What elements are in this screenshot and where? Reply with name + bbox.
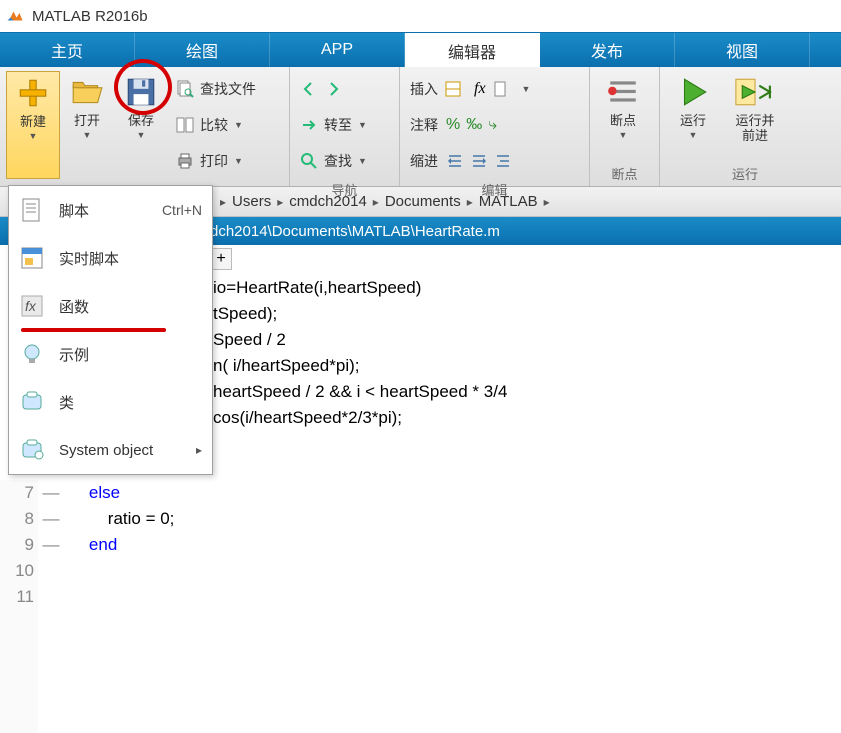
run-advance-button[interactable]: 运行并 前进: [720, 71, 790, 163]
floppy-save-icon: [124, 75, 158, 109]
script-icon: [19, 197, 45, 223]
folder-open-icon: [70, 75, 104, 109]
breakpoint-icon: [606, 75, 640, 109]
app-title: MATLAB R2016b: [32, 8, 148, 25]
new-dropdown-menu: 脚本 Ctrl+N 实时脚本 fx 函数 示例 类 System object: [8, 185, 213, 475]
tab-apps[interactable]: APP: [270, 33, 405, 67]
find-files-button[interactable]: 查找文件: [172, 71, 260, 107]
run-button[interactable]: 运行 ▼: [666, 71, 720, 163]
dropdown-arrow-icon: ▼: [234, 156, 243, 166]
run-group-label: 运行: [666, 163, 824, 184]
print-icon: [176, 152, 194, 170]
main-tabstrip: 主页 绘图 APP 编辑器 发布 视图: [0, 32, 841, 67]
save-button[interactable]: 保存 ▼: [114, 71, 168, 179]
dropdown-arrow-icon: ▼: [619, 130, 628, 140]
edit-group-label: 编辑: [406, 179, 583, 200]
tab-home[interactable]: 主页: [0, 33, 135, 67]
open-button[interactable]: 打开 ▼: [60, 71, 114, 179]
code-editor-lower[interactable]: 7891011 ——— else ratio = 0; end: [0, 480, 841, 733]
menu-item-systemobject[interactable]: System object: [9, 426, 212, 474]
chevron-right-icon: [196, 441, 202, 459]
livescript-icon: [19, 245, 45, 271]
file-path-text: dch2014\Documents\MATLAB\HeartRate.m: [210, 223, 500, 240]
compare-icon: [176, 116, 194, 134]
menu-item-script[interactable]: 脚本 Ctrl+N: [9, 186, 212, 234]
dropdown-arrow-icon: ▼: [358, 120, 367, 130]
title-bar: MATLAB R2016b: [0, 0, 841, 32]
dropdown-arrow-icon: ▼: [234, 120, 243, 130]
nav-back-fwd[interactable]: [296, 71, 393, 107]
function-fx-icon: fx: [19, 293, 45, 319]
goto-button[interactable]: 转至 ▼: [296, 107, 393, 143]
percent-wrap-icon: ⤷: [488, 116, 497, 134]
tab-view[interactable]: 视图: [675, 33, 810, 67]
indent-auto-icon: [494, 152, 512, 170]
compare-button[interactable]: 比较 ▼: [172, 107, 260, 143]
matlab-logo-icon: [6, 7, 24, 25]
dropdown-arrow-icon: ▼: [137, 130, 146, 140]
arrow-left-icon: [300, 80, 318, 98]
breakpoints-button[interactable]: 断点 ▼: [596, 71, 650, 163]
find-files-icon: [176, 80, 194, 98]
dropdown-arrow-icon: ▼: [83, 130, 92, 140]
new-plus-icon: [16, 76, 50, 110]
tab-editor[interactable]: 编辑器: [405, 33, 540, 67]
search-icon: [300, 152, 318, 170]
toolstrip: 新建 ▼ 打开 ▼ 保存 ▼: [0, 67, 841, 187]
tab-publish[interactable]: 发布: [540, 33, 675, 67]
goto-icon: [300, 116, 318, 134]
fold-gutter: ———: [38, 480, 64, 733]
class-icon: [19, 389, 45, 415]
play-advance-icon: [733, 75, 777, 109]
menu-item-example[interactable]: 示例: [9, 330, 212, 378]
menu-item-class[interactable]: 类: [9, 378, 212, 426]
new-tab-button[interactable]: +: [210, 248, 232, 270]
bp-group-label: 断点: [596, 163, 653, 184]
comment-button[interactable]: 注释 % ‰ ⤷: [406, 107, 583, 143]
indent-right-icon: [446, 152, 464, 170]
svg-text:fx: fx: [25, 298, 37, 314]
find-button[interactable]: 查找 ▼: [296, 143, 393, 179]
indent-left-icon: [470, 152, 488, 170]
arrow-right-icon: [324, 80, 342, 98]
insert-section-icon: [444, 80, 462, 98]
dropdown-arrow-icon: ▼: [689, 130, 698, 140]
nav-group-label: 导航: [296, 179, 393, 200]
print-button[interactable]: 打印 ▼: [172, 143, 260, 179]
new-button[interactable]: 新建 ▼: [6, 71, 60, 179]
play-icon: [676, 75, 710, 109]
dropdown-arrow-icon: ▼: [522, 84, 531, 94]
line-gutter: 7891011: [0, 480, 38, 733]
breadcrumb-seg[interactable]: Users: [226, 193, 277, 210]
dropdown-arrow-icon: ▼: [29, 131, 38, 141]
lightbulb-icon: [19, 341, 45, 367]
insert-button[interactable]: 插入 fx ▼: [406, 71, 583, 107]
insert-file-icon: [492, 80, 510, 98]
menu-item-livescript[interactable]: 实时脚本: [9, 234, 212, 282]
dropdown-arrow-icon: ▼: [358, 156, 367, 166]
code-content[interactable]: else ratio = 0; end: [64, 480, 841, 733]
percent-strike-icon: ‰: [466, 116, 482, 134]
indent-button[interactable]: 缩进: [406, 143, 583, 179]
tab-plots[interactable]: 绘图: [135, 33, 270, 67]
percent-icon: %: [446, 116, 460, 134]
menu-item-function[interactable]: fx 函数: [9, 282, 212, 330]
fx-icon: fx: [474, 80, 486, 98]
systemobject-icon: [19, 437, 45, 463]
